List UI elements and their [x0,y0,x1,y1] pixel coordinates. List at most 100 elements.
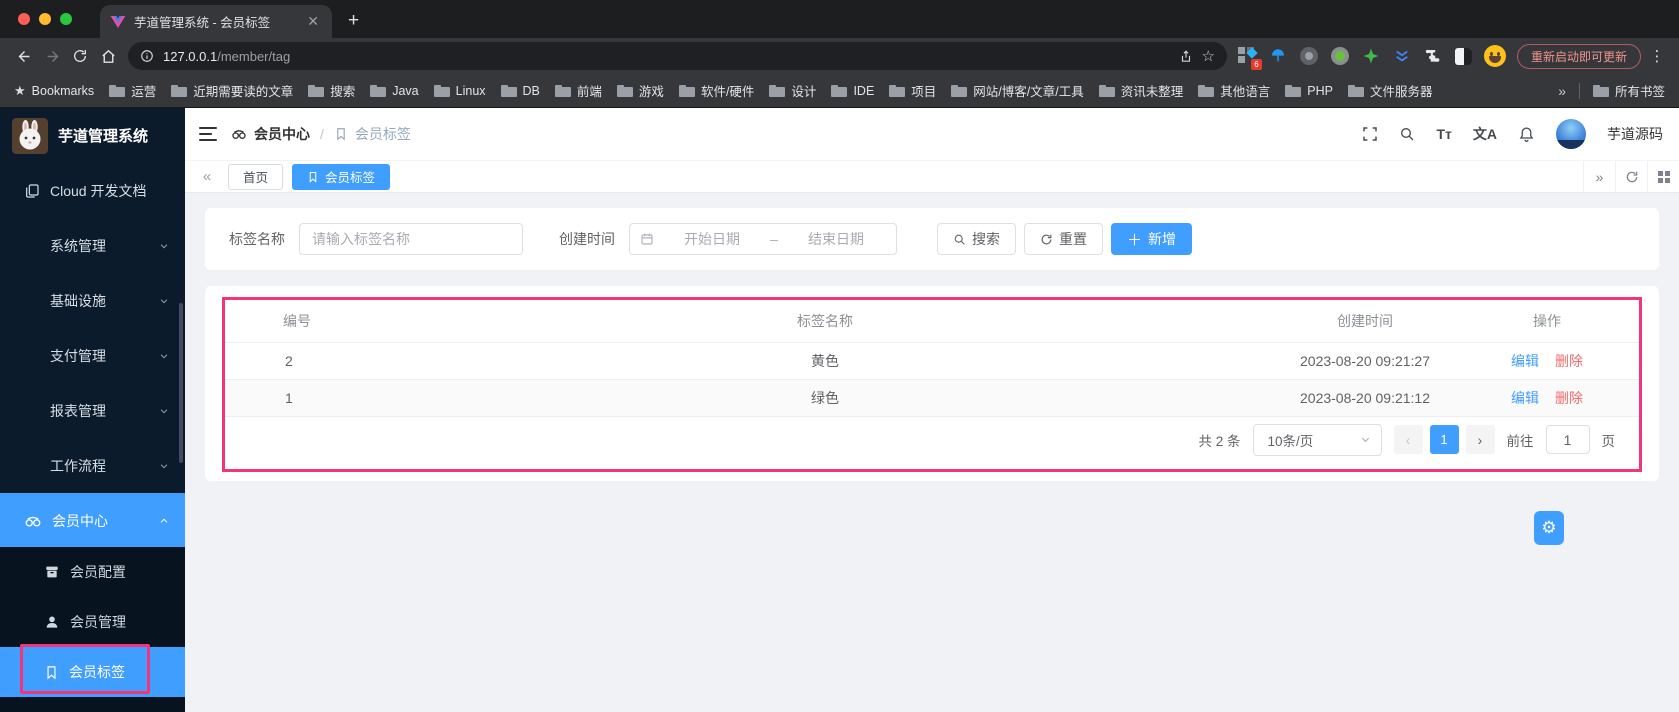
cell-id: 2 [225,342,375,380]
goto-page-input[interactable] [1545,425,1590,454]
bookmark-folder[interactable]: 文件服务器 [1347,81,1432,100]
address-bar[interactable]: 127.0.0.1/member/tag ☆ [128,42,1227,70]
pagination: 共 2 条 10条/页 ‹ 1 › 前往 1 页 [225,417,1639,456]
sidebar-item-member-manage[interactable]: 会员管理 [0,597,185,647]
user-avatar[interactable] [1556,119,1586,149]
prev-page-button[interactable]: ‹ [1393,425,1423,454]
next-page-button[interactable]: › [1465,425,1495,454]
bookmark-folder[interactable]: 网站/博客/文章/工具 [951,81,1084,100]
edit-link[interactable]: 编辑 [1511,390,1539,406]
page-size-select[interactable]: 10条/页 [1252,423,1382,456]
end-date-placeholder: 结束日期 [807,231,864,247]
bookmark-folder[interactable]: 近期需要读的文章 [171,81,293,100]
breadcrumb-parent[interactable]: 会员中心 [254,124,310,144]
zoom-window-button[interactable] [60,13,72,25]
sidebar-item-cloud-doc[interactable]: Cloud 开发文档 [0,163,185,218]
sidebar-item-member-config[interactable]: 会员配置 [0,547,185,597]
profile-avatar-icon[interactable] [1483,44,1507,68]
home-icon[interactable] [94,42,122,70]
folder-icon [1347,84,1364,97]
green-dot-extension-icon[interactable] [1328,44,1352,68]
extensions-puzzle-icon[interactable] [1421,44,1445,68]
sidebar-item-member-center[interactable]: 会员中心 [0,493,185,548]
folder-icon [889,84,906,97]
sidebar-scrollbar[interactable] [179,303,183,463]
tag-name-label: 标签名称 [229,231,285,247]
sidebar-item-system[interactable]: 系统管理 [0,218,185,273]
menu-fold-icon[interactable] [199,127,217,141]
sidebar-logo[interactable]: 芋道管理系统 [0,108,185,163]
balloon-extension-icon[interactable] [1266,44,1290,68]
back-icon[interactable] [10,42,38,70]
gray-circle-extension-icon[interactable] [1297,44,1321,68]
tags-scroll-left-icon[interactable]: « [195,168,219,185]
site-info-icon[interactable] [140,49,154,63]
search-button[interactable]: 搜索 [937,223,1016,255]
reload-icon[interactable] [66,42,94,70]
bookmark-folder[interactable]: DB [500,84,540,98]
cell-created: 2023-08-20 09:21:27 [1275,342,1455,380]
reader-extension-icon[interactable] [1452,44,1476,68]
edit-link[interactable]: 编辑 [1511,353,1539,369]
bookmark-folder[interactable]: 游戏 [616,81,664,100]
bookmarks-overflow-icon[interactable]: » [1558,83,1566,99]
bookmark-folder[interactable]: 搜索 [308,81,355,100]
delete-link[interactable]: 删除 [1555,353,1583,369]
bookmark-star-icon[interactable]: ☆ [1202,47,1215,65]
close-window-button[interactable] [18,13,30,25]
double-chevron-extension-icon[interactable] [1390,44,1414,68]
new-tab-button[interactable]: + [348,10,359,32]
fullscreen-icon[interactable] [1362,126,1378,142]
refresh-page-icon[interactable] [1615,161,1647,192]
bookmark-folder[interactable]: Linux [433,84,486,98]
sidebar-item-infra[interactable]: 基础设施 [0,273,185,328]
search-icon[interactable] [1399,126,1415,142]
tags-controls: » [1583,161,1679,192]
all-bookmarks-folder[interactable]: 所有书签 [1592,81,1665,100]
bookmark-folder[interactable]: 软件/硬件 [678,81,754,100]
breadcrumb-separator: / [320,126,324,142]
reset-button[interactable]: 重置 [1024,223,1103,255]
sidebar-item-label: 会员标签 [69,664,125,680]
bookmark-folder[interactable]: IDE [831,84,874,98]
sidebar-item-workflow[interactable]: 工作流程 [0,438,185,493]
username[interactable]: 芋道源码 [1607,124,1663,144]
chrome-update-button[interactable]: 重新启动即可更新 [1516,43,1641,69]
tab-home[interactable]: 首页 [228,163,284,190]
add-button[interactable]: ＋ 新增 [1111,223,1193,255]
chrome-menu-icon[interactable]: ⋮ [1649,47,1665,65]
bookmark-folder[interactable]: 前端 [554,81,602,100]
font-size-icon[interactable]: Tт [1436,126,1451,142]
bell-icon[interactable] [1518,126,1535,143]
tab-close-icon[interactable]: ✕ [304,13,322,30]
create-time-range-input[interactable]: 开始日期 – 结束日期 [629,223,897,255]
proxy-extension-icon[interactable]: 6 [1235,44,1262,70]
calendar-icon [641,233,653,245]
folder-icon [769,84,786,97]
tag-name-input[interactable] [299,223,523,255]
sidebar-item-member-tag[interactable]: 会员标签 [0,647,185,697]
share-icon[interactable] [1179,49,1193,64]
tags-scroll-right-icon[interactable]: » [1583,161,1615,192]
sidebar-item-pay[interactable]: 支付管理 [0,328,185,383]
bookmark-icon [337,128,345,141]
bookmark-folder[interactable]: Java [370,84,419,98]
bookmark-folder[interactable]: 资讯未整理 [1098,81,1183,100]
forward-icon[interactable] [38,42,66,70]
green-star-extension-icon[interactable] [1359,44,1383,68]
bookmark-folder[interactable]: 运营 [109,81,156,100]
locale-icon[interactable]: 文A [1473,124,1497,144]
bookmarks-manager-item[interactable]: ★ Bookmarks [14,83,94,99]
bookmark-folder[interactable]: PHP [1285,84,1333,98]
bookmark-folder[interactable]: 项目 [889,81,936,100]
layout-grid-icon[interactable] [1647,161,1679,192]
page-1-button[interactable]: 1 [1429,425,1459,454]
tab-member-tag[interactable]: 会员标签 [292,163,391,190]
browser-tab[interactable]: 芋道管理系统 - 会员标签 ✕ [100,5,332,38]
bookmark-folder[interactable]: 其他语言 [1198,81,1270,100]
settings-fab[interactable]: ⚙ [1534,511,1564,545]
minimize-window-button[interactable] [39,13,51,25]
delete-link[interactable]: 删除 [1555,390,1583,406]
bookmark-folder[interactable]: 设计 [769,81,816,100]
sidebar-item-report[interactable]: 报表管理 [0,383,185,438]
